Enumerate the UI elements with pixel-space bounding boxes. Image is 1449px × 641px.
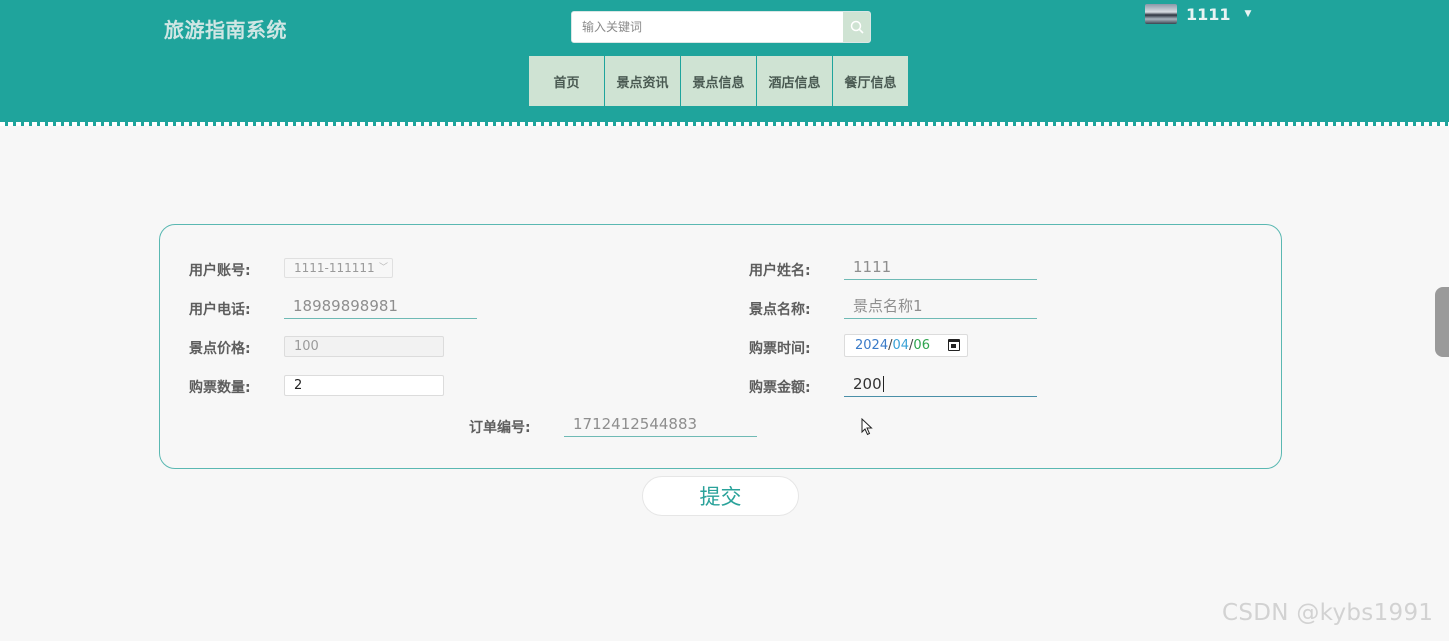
header: 旅游指南系统 1111 ▼ 首页 景点资讯 景点信息 酒店信息 餐厅信息 <box>0 0 1449 124</box>
text-cursor <box>882 376 884 392</box>
phone-label: 用户电话: <box>189 302 251 318</box>
amount-field[interactable]: 200 <box>844 373 1037 397</box>
chevron-down-icon: ﹀ <box>378 263 388 273</box>
amount-label: 购票金额: <box>749 380 811 396</box>
main-nav: 首页 景点资讯 景点信息 酒店信息 餐厅信息 <box>529 56 908 106</box>
date-picker[interactable]: 2024/04/06 <box>844 334 968 357</box>
quantity-field[interactable]: 2 <box>284 375 444 396</box>
name-label: 用户姓名: <box>749 263 811 279</box>
phone-field[interactable]: 18989898981 <box>284 295 477 319</box>
amount-value: 200 <box>853 375 882 393</box>
price-label: 景点价格: <box>189 341 251 357</box>
avatar <box>1145 4 1177 24</box>
nav-item-spot-info[interactable]: 景点信息 <box>681 56 756 106</box>
name-field[interactable]: 1111 <box>844 256 1037 280</box>
nav-item-restaurant-info[interactable]: 餐厅信息 <box>833 56 908 106</box>
account-select[interactable]: 1111-111111 ﹀ <box>284 258 393 278</box>
chevron-down-icon: ▼ <box>1244 9 1252 19</box>
price-field: 100 <box>284 336 444 357</box>
account-value: 1111-111111 <box>294 261 375 275</box>
order-form-panel: 用户账号: 1111-111111 ﹀ 用户姓名: 1111 用户电话: 189… <box>159 224 1282 469</box>
search-box <box>571 11 871 43</box>
search-button[interactable] <box>843 12 870 42</box>
user-name: 1111 <box>1186 4 1231 24</box>
submit-button[interactable]: 提交 <box>642 476 799 516</box>
date-day: 06 <box>913 338 930 353</box>
header-divider <box>0 122 1449 126</box>
time-label: 购票时间: <box>749 341 811 357</box>
mouse-pointer-icon <box>861 418 873 436</box>
date-year: 2024 <box>855 338 889 353</box>
side-scroll-handle[interactable] <box>1435 287 1449 357</box>
account-label: 用户账号: <box>189 263 251 279</box>
nav-item-hotel-info[interactable]: 酒店信息 <box>757 56 832 106</box>
search-icon <box>850 20 864 34</box>
order-number-field[interactable]: 1712412544883 <box>564 413 757 437</box>
watermark: CSDN @kybs1991 <box>1222 600 1434 626</box>
site-title: 旅游指南系统 <box>164 18 287 42</box>
order-label: 订单编号: <box>469 420 531 436</box>
nav-item-spot-news[interactable]: 景点资讯 <box>605 56 680 106</box>
nav-item-home[interactable]: 首页 <box>529 56 604 106</box>
spot-field[interactable]: 景点名称1 <box>844 295 1037 319</box>
search-input[interactable] <box>572 12 844 42</box>
spot-label: 景点名称: <box>749 302 811 318</box>
quantity-label: 购票数量: <box>189 380 251 396</box>
user-menu[interactable]: 1111 ▼ <box>1145 3 1251 25</box>
calendar-icon[interactable] <box>948 339 960 351</box>
date-month: 04 <box>892 338 910 353</box>
